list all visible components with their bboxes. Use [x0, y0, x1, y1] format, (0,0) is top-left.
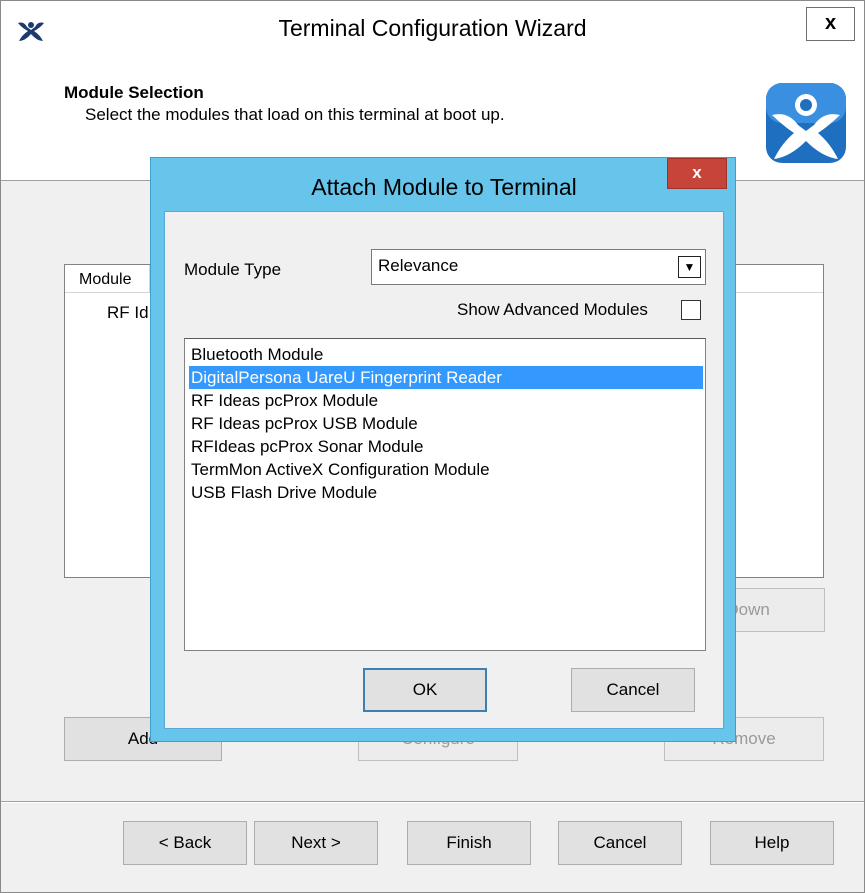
list-item[interactable]: RF Ideas pcProx USB Module	[189, 412, 703, 435]
module-type-value: Relevance	[378, 256, 459, 275]
list-item[interactable]: USB Flash Drive Module	[189, 481, 703, 504]
close-icon[interactable]: x	[806, 7, 855, 41]
list-item[interactable]: RF Id	[107, 303, 149, 323]
footer-divider-highlight	[1, 802, 864, 803]
list-item-selected[interactable]: DigitalPersona UareU Fingerprint Reader	[189, 366, 703, 389]
back-button[interactable]: < Back	[123, 821, 247, 865]
show-advanced-checkbox[interactable]	[681, 300, 701, 320]
show-advanced-label: Show Advanced Modules	[457, 300, 648, 319]
cancel-button[interactable]: Cancel	[558, 821, 682, 865]
attach-module-dialog: Attach Module to Terminal x Module Type …	[150, 157, 736, 742]
finish-button[interactable]: Finish	[407, 821, 531, 865]
module-type-select[interactable]: Relevance ▼	[371, 249, 706, 285]
list-item[interactable]: Bluetooth Module	[189, 343, 703, 366]
help-button[interactable]: Help	[710, 821, 834, 865]
next-button[interactable]: Next >	[254, 821, 378, 865]
module-type-label: Module Type	[184, 260, 282, 279]
page-subtitle: Select the modules that load on this ter…	[85, 105, 505, 124]
thinmanager-logo-icon	[766, 83, 846, 163]
close-icon[interactable]: x	[667, 158, 727, 189]
dialog-body: Module Type Relevance ▼ Show Advanced Mo…	[164, 211, 724, 729]
page-title: Module Selection	[64, 83, 204, 102]
chevron-down-icon[interactable]: ▼	[678, 256, 701, 278]
list-item[interactable]: RFIdeas pcProx Sonar Module	[189, 435, 703, 458]
column-header-module[interactable]: Module	[79, 271, 131, 289]
module-list[interactable]: Bluetooth Module DigitalPersona UareU Fi…	[184, 338, 706, 651]
dialog-cancel-button[interactable]: Cancel	[571, 668, 695, 712]
list-item[interactable]: TermMon ActiveX Configuration Module	[189, 458, 703, 481]
ok-button[interactable]: OK	[363, 668, 487, 712]
list-item[interactable]: RF Ideas pcProx Module	[189, 389, 703, 412]
dialog-title: Attach Module to Terminal	[311, 174, 577, 200]
wizard-titlebar: Terminal Configuration Wizard x	[1, 1, 864, 67]
wizard-title: Terminal Configuration Wizard	[278, 15, 587, 41]
